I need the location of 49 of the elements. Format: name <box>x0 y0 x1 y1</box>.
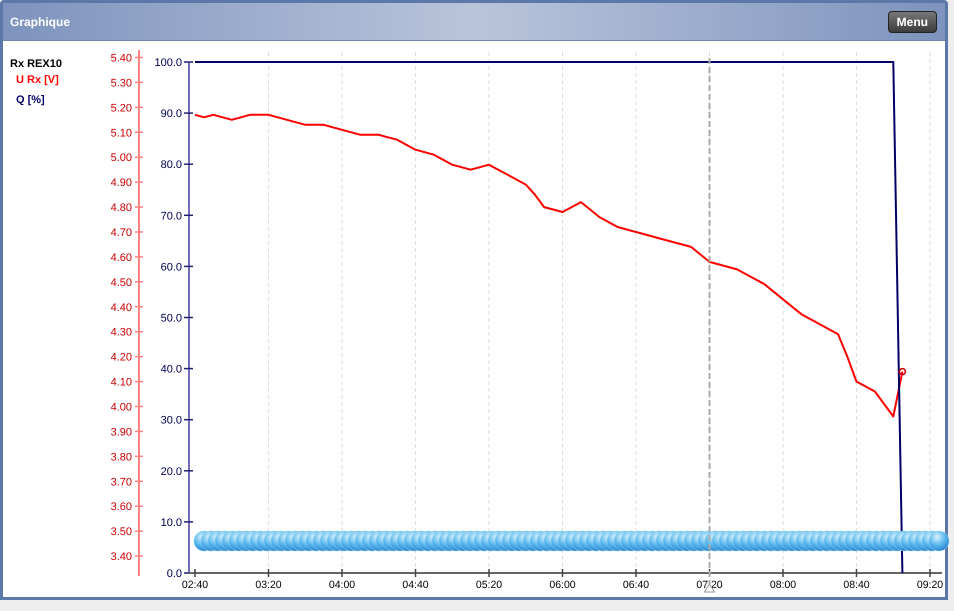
chart-title: Rx REX10 <box>10 57 63 72</box>
legend-label: U Rx [V] <box>15 73 60 88</box>
axis-label: 02:40 <box>182 579 208 591</box>
axis-label: 4.00 <box>110 401 132 414</box>
axis-label: 50.0 <box>160 312 182 324</box>
axis-label: 04:40 <box>402 579 429 591</box>
axis-label: 40.0 <box>160 364 182 376</box>
axis-label: 3.90 <box>110 426 132 438</box>
panel-title: Graphique <box>10 14 70 30</box>
axis-label: 06:40 <box>622 579 650 591</box>
axis-label: 08:40 <box>843 579 870 591</box>
axis-label: 4.50 <box>110 276 132 289</box>
axis-label: 4.80 <box>110 202 132 214</box>
axis-label: 3.50 <box>110 526 132 538</box>
axis-label: 10.0 <box>160 516 182 529</box>
axis-label: 4.70 <box>110 226 132 239</box>
axis-label: 100.0 <box>154 57 182 69</box>
menu-button[interactable]: Menu <box>888 10 937 32</box>
axis-label: 05:20 <box>476 579 502 591</box>
axis-label: 5.40 <box>110 52 132 64</box>
axis-label: 4.30 <box>110 326 132 339</box>
axis-label: 90.0 <box>160 108 182 120</box>
axis-label: 4.60 <box>110 252 132 264</box>
axis-label: 4.20 <box>110 352 132 364</box>
axis-label: 06:00 <box>549 579 576 591</box>
axis-label: 20.0 <box>160 466 182 478</box>
axis-label: 5.30 <box>110 77 132 90</box>
axis-label: 4.90 <box>110 177 132 190</box>
axis-label: 0.0 <box>166 568 182 580</box>
axis-label: 04:00 <box>328 579 356 591</box>
axis-label: 07:20 <box>696 579 723 591</box>
axis-label: 4.10 <box>110 376 132 389</box>
axis-label: 3.60 <box>110 501 132 514</box>
axis-label: 5.20 <box>110 102 132 114</box>
axis-label: 5.10 <box>110 127 132 140</box>
axis-label: 08:00 <box>770 579 796 591</box>
axis-label: 5.00 <box>110 152 132 164</box>
axis-label: 3.80 <box>110 451 132 464</box>
axis-label: 60.0 <box>160 261 182 274</box>
axis-label: 80.0 <box>160 159 182 172</box>
axis-label: 3.40 <box>110 551 132 564</box>
axis-label: 09:20 <box>916 579 944 591</box>
point-marker <box>898 368 906 376</box>
axis-label: 3.70 <box>110 476 132 488</box>
axis-label: 4.40 <box>110 302 132 314</box>
legend-label: Q [%] <box>15 93 46 108</box>
axis-label: 03:20 <box>255 579 282 591</box>
axis-label: 30.0 <box>160 414 182 427</box>
axis-label: 70.0 <box>160 210 182 222</box>
